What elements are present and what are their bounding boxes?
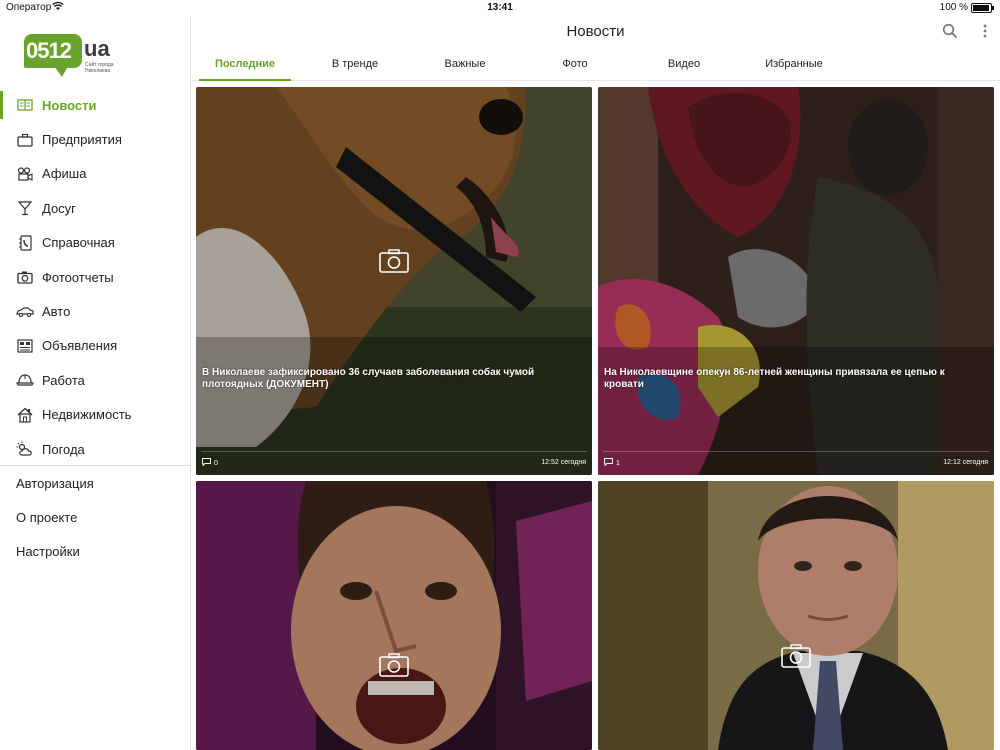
elderly-woman-photo <box>598 87 994 475</box>
photo-gallery-icon <box>379 653 409 682</box>
tab-video[interactable]: Видео <box>638 52 730 80</box>
sidebar-item-label: Объявления <box>42 338 118 354</box>
ads-board-icon <box>16 337 34 355</box>
sidebar-item-label: Погода <box>42 441 85 457</box>
logo-tagline-city: Николаева <box>85 68 111 74</box>
sidebar-item-jobs[interactable]: Работа <box>0 363 190 397</box>
sidebar: 0512 ua Сайт города Николаева Новости Пр… <box>0 16 191 750</box>
sidebar-item-label: Предприятия <box>42 132 122 148</box>
sidebar-item-weather[interactable]: Погода <box>0 432 190 466</box>
sidebar-item-auto[interactable]: Авто <box>0 294 190 328</box>
sidebar-item-label: Досуг <box>42 200 76 216</box>
logo-suffix: ua <box>84 36 110 61</box>
tab-trending[interactable]: В тренде <box>309 52 401 80</box>
sidebar-item-label: Справочная <box>42 235 115 251</box>
camera-icon <box>16 268 34 286</box>
news-card[interactable] <box>196 481 592 750</box>
comment-count: 0 <box>202 458 218 468</box>
comment-count: 1 <box>604 458 620 468</box>
news-card[interactable]: В Николаеве зафиксировано 36 случаев заб… <box>196 87 592 475</box>
category-tabs: Последние В тренде Важные Фото Видео Изб… <box>191 52 1000 81</box>
logo-number: 0512 <box>26 38 72 63</box>
weather-icon <box>16 440 34 458</box>
cocktail-icon <box>16 199 34 217</box>
sidebar-item-leisure[interactable]: Досуг <box>0 191 190 225</box>
search-icon[interactable] <box>942 23 958 44</box>
battery-icon <box>971 3 994 13</box>
briefcase-icon <box>16 131 34 149</box>
sidebar-nav: Новости Предприятия Афиша Досуг Справочн… <box>0 88 190 466</box>
more-vertical-icon[interactable] <box>982 24 988 43</box>
sidebar-item-label: Фотоотчеты <box>42 269 114 285</box>
comment-icon <box>604 458 613 468</box>
tab-photo[interactable]: Фото <box>529 52 621 80</box>
film-camera-icon <box>16 165 34 183</box>
newspaper-icon <box>16 96 34 114</box>
sidebar-item-label: Недвижимость <box>42 407 132 423</box>
sidebar-item-label: Афиша <box>42 166 87 182</box>
publish-time: 12:12 сегодня <box>943 459 988 466</box>
news-headline: В Николаеве зафиксировано 36 случаев заб… <box>202 367 535 390</box>
news-card[interactable] <box>598 481 994 750</box>
sidebar-item-label: Новости <box>42 97 97 113</box>
boy-singing-photo <box>196 481 592 750</box>
battery-percent: 100 % <box>939 2 968 13</box>
house-icon <box>16 406 34 424</box>
car-icon <box>16 303 34 321</box>
tab-favorites[interactable]: Избранные <box>748 52 840 80</box>
comment-count-value: 1 <box>616 459 620 467</box>
man-portrait-photo <box>598 481 994 750</box>
sidebar-item-ads[interactable]: Объявления <box>0 329 190 363</box>
sidebar-item-label: Работа <box>42 372 85 388</box>
comment-icon <box>202 458 211 468</box>
news-grid: В Николаеве зафиксировано 36 случаев заб… <box>191 81 1000 750</box>
sidebar-item-real-estate[interactable]: Недвижимость <box>0 398 190 432</box>
publish-time: 12:52 сегодня <box>541 459 586 466</box>
sidebar-item-afisha[interactable]: Афиша <box>0 157 190 191</box>
site-logo[interactable]: 0512 ua Сайт города Николаева <box>24 34 124 86</box>
photo-gallery-icon <box>781 644 811 673</box>
hard-hat-icon <box>16 371 34 389</box>
sidebar-item-label: Авто <box>42 304 71 320</box>
sidebar-item-about[interactable]: О проекте <box>0 500 190 534</box>
tab-important[interactable]: Важные <box>419 52 511 80</box>
sidebar-item-settings[interactable]: Настройки <box>0 535 190 569</box>
phone-book-icon <box>16 234 34 252</box>
top-header: Новости Последние В тренде Важные Фото В… <box>191 16 1000 81</box>
sidebar-secondary-nav: Авторизация О проекте Настройки <box>0 466 190 569</box>
page-title: Новости <box>566 23 625 40</box>
sidebar-item-news[interactable]: Новости <box>0 88 190 122</box>
status-bar: Оператор 13:41 100 % <box>0 0 1000 16</box>
card-separator <box>201 451 587 452</box>
news-headline: На Николаевщине опекун 86-летней женщины… <box>604 367 945 390</box>
tab-latest[interactable]: Последние <box>199 52 291 81</box>
news-card[interactable]: На Николаевщине опекун 86-летней женщины… <box>598 87 994 475</box>
comment-count-value: 0 <box>214 459 218 467</box>
card-separator <box>603 451 989 452</box>
photo-gallery-icon <box>379 249 409 278</box>
sidebar-item-photo-reports[interactable]: Фотоотчеты <box>0 260 190 294</box>
sidebar-item-companies[interactable]: Предприятия <box>0 122 190 156</box>
clock: 13:41 <box>487 2 513 13</box>
sidebar-item-login[interactable]: Авторизация <box>0 466 190 500</box>
dog-photo <box>196 87 592 475</box>
sidebar-item-directory[interactable]: Справочная <box>0 226 190 260</box>
